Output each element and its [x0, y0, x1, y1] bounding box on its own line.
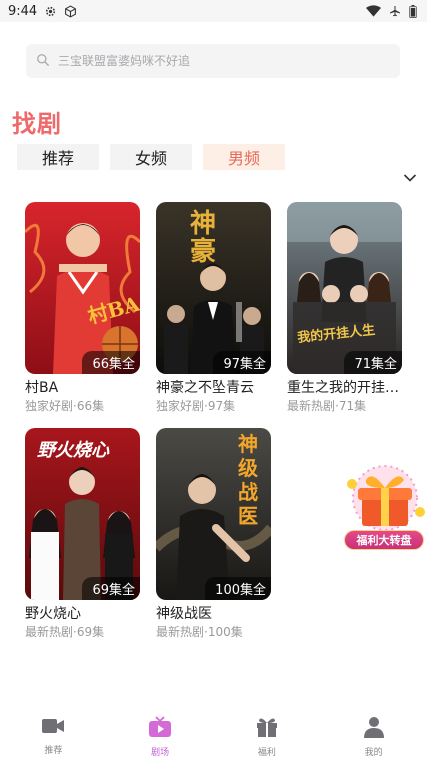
drama-card[interactable]: 神豪 97集全 神豪之不坠青云 独家好剧·97集 [156, 202, 271, 414]
category-tabs: 推荐 女频 男频 [17, 144, 296, 170]
gift-icon [255, 716, 279, 742]
drama-poster[interactable]: 野火烧心 69集全 [25, 428, 140, 600]
person-icon [363, 716, 385, 742]
search-bar[interactable] [26, 44, 400, 78]
drama-poster[interactable]: 村BA 66集全 [25, 202, 140, 374]
drama-card[interactable]: 村BA 66集全 村BA 独家好剧·66集 [25, 202, 140, 414]
tab-recommend[interactable]: 推荐 [17, 144, 99, 170]
episode-count-badge: 71集全 [344, 351, 402, 374]
drama-subtitle: 最新热剧·69集 [25, 625, 105, 639]
page-title: 找剧 [12, 110, 62, 138]
gift-box-icon [347, 465, 425, 531]
nav-label: 推荐 [44, 746, 63, 756]
drama-subtitle: 独家好剧·97集 [156, 399, 236, 413]
battery-icon [409, 4, 417, 18]
poster-title-art: 神豪 [190, 209, 217, 267]
wifi-icon [366, 5, 381, 17]
drama-subtitle: 最新热剧·100集 [156, 625, 243, 639]
video-camera-icon [41, 716, 65, 740]
drama-poster[interactable]: 神级战医 100集全 [156, 428, 271, 600]
nav-label: 剧场 [151, 748, 170, 758]
chevron-down-icon[interactable] [403, 168, 417, 187]
episode-count-badge: 100集全 [205, 577, 271, 600]
search-input[interactable] [58, 54, 378, 68]
nav-item-welfare[interactable]: 福利 [214, 708, 321, 759]
drama-subtitle: 独家好剧·66集 [25, 399, 105, 413]
drama-card[interactable]: 我的开挂人生 71集全 重生之我的开挂人生 最新热剧·71集 [287, 202, 402, 414]
drama-title[interactable]: 重生之我的开挂人生 [287, 378, 402, 398]
episode-count-badge: 66集全 [82, 351, 140, 374]
bottom-navigation: 推荐 剧场 福利 我的 [0, 708, 427, 759]
drama-title[interactable]: 野火烧心 [25, 604, 140, 624]
settings-gear-icon [44, 5, 57, 18]
airplane-icon [389, 5, 401, 17]
search-icon [36, 52, 50, 71]
nav-item-recommend[interactable]: 推荐 [0, 708, 107, 759]
tab-female[interactable]: 女频 [110, 144, 192, 170]
drama-card[interactable]: 野火烧心 69集全 野火烧心 最新热剧·69集 [25, 428, 140, 640]
poster-title-art: 神级战医 [238, 432, 258, 528]
drama-poster[interactable]: 神豪 97集全 [156, 202, 271, 374]
status-time: 9:44 [8, 3, 38, 19]
nav-item-mine[interactable]: 我的 [320, 708, 427, 759]
drama-title[interactable]: 村BA [25, 378, 140, 398]
drama-title[interactable]: 神级战医 [156, 604, 271, 624]
drama-card[interactable]: 神级战医 100集全 神级战医 最新热剧·100集 [156, 428, 271, 640]
nav-item-theater[interactable]: 剧场 [107, 708, 214, 759]
drama-poster[interactable]: 我的开挂人生 71集全 [287, 202, 402, 374]
nav-label: 我的 [364, 748, 383, 758]
status-bar: 9:44 [0, 0, 427, 22]
cube-icon [64, 4, 77, 18]
drama-title[interactable]: 神豪之不坠青云 [156, 378, 271, 398]
tab-male[interactable]: 男频 [203, 144, 285, 170]
drama-subtitle: 最新热剧·71集 [287, 399, 367, 413]
episode-count-badge: 69集全 [82, 577, 140, 600]
tv-play-icon [148, 716, 172, 742]
episode-count-badge: 97集全 [213, 351, 271, 374]
lucky-wheel-promo[interactable]: 福利大转盘 [342, 462, 427, 554]
nav-label: 福利 [257, 748, 276, 758]
promo-label: 福利大转盘 [344, 530, 424, 550]
poster-title-art: 野火烧心 [37, 440, 109, 461]
